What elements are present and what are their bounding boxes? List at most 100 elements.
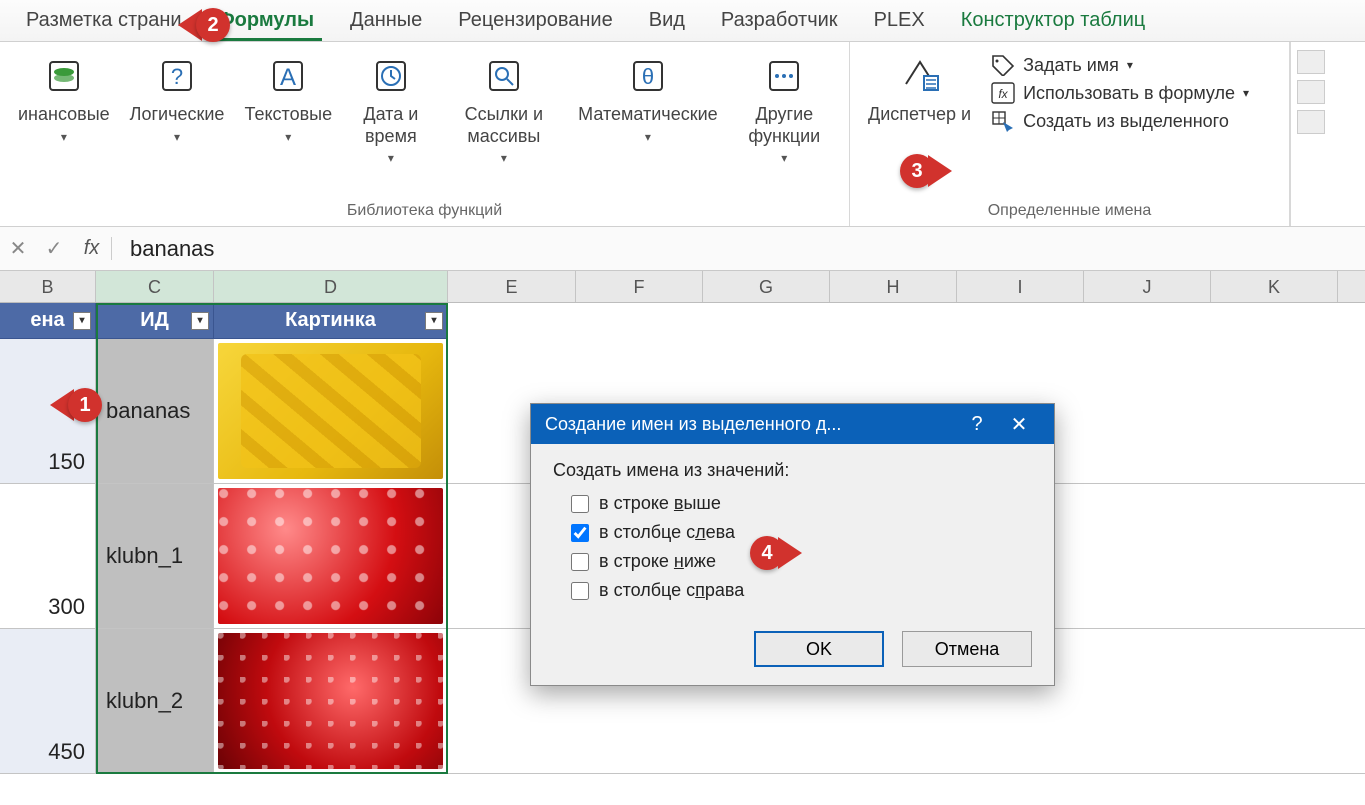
chk-text: в столбце с xyxy=(599,580,695,600)
btn-more-functions[interactable]: Другие функции ▾ xyxy=(728,48,841,196)
btn-use-in-formula[interactable]: fx Использовать в формуле ▾ xyxy=(991,82,1249,104)
cell-id[interactable]: klubn_2 xyxy=(96,629,214,773)
create-names-icon xyxy=(991,110,1015,132)
cell-id[interactable]: bananas xyxy=(96,339,214,483)
checkbox-input[interactable] xyxy=(571,553,589,571)
banana-image xyxy=(218,343,443,479)
tag-icon xyxy=(991,54,1015,76)
btn-label: инансовые xyxy=(18,104,110,126)
dialog-titlebar[interactable]: Создание имен из выделенного д... ? ✕ xyxy=(531,404,1054,444)
th-label: Картинка xyxy=(285,309,376,332)
btn-lookup[interactable]: Ссылки и массивы▾ xyxy=(440,48,569,196)
tab-page-layout[interactable]: Разметка страни xyxy=(8,1,200,40)
btn-logical[interactable]: ? Логические▾ xyxy=(120,48,235,196)
btn-math[interactable]: θ Математические▾ xyxy=(568,48,727,196)
th-pic[interactable]: Картинка ▾ xyxy=(214,303,448,339)
fx-button[interactable]: fx xyxy=(72,237,112,260)
col-header-K[interactable]: K xyxy=(1211,271,1338,302)
cancel-button[interactable]: Отмена xyxy=(902,631,1032,667)
svg-text:θ: θ xyxy=(642,64,654,89)
svg-text:?: ? xyxy=(171,64,183,89)
tab-data[interactable]: Данные xyxy=(332,1,440,40)
btn-datetime[interactable]: Дата и время ▾ xyxy=(342,48,440,196)
chevron-down-icon: ▾ xyxy=(388,151,394,165)
enter-formula-icon[interactable]: ✓ xyxy=(36,236,72,261)
marker-number: 2 xyxy=(196,8,230,42)
group-function-library: инансовые▾ ? Логические▾ A Текстовые▾ Да… xyxy=(0,42,850,226)
th-label: ИД xyxy=(140,309,169,332)
marker-number: 1 xyxy=(68,388,102,422)
chk-text: ева xyxy=(706,522,735,542)
checkbox-right-column[interactable]: в столбце справа xyxy=(571,580,1032,601)
filter-dropdown-icon[interactable]: ▾ xyxy=(425,312,443,330)
cell-price[interactable]: 450 xyxy=(0,629,96,773)
trace-dependents-icon[interactable] xyxy=(1297,80,1325,104)
dialog-body: Создать имена из значений: в строке выше… xyxy=(531,444,1054,617)
checkbox-input[interactable] xyxy=(571,495,589,513)
lookup-icon xyxy=(480,54,528,98)
tab-plex[interactable]: PLEX xyxy=(856,1,943,40)
btn-label: Ссылки и массивы xyxy=(450,104,559,147)
chk-text: в столбце с xyxy=(599,522,695,542)
tab-review[interactable]: Рецензирование xyxy=(440,1,630,40)
btn-define-name[interactable]: Задать имя ▾ xyxy=(991,54,1249,76)
th-label: ена xyxy=(30,309,64,332)
chevron-down-icon: ▾ xyxy=(285,130,291,144)
tab-developer[interactable]: Разработчик xyxy=(703,1,856,40)
tab-table-constructor[interactable]: Конструктор таблиц xyxy=(943,1,1164,40)
chk-text: в строке xyxy=(599,493,674,513)
filter-dropdown-icon[interactable]: ▾ xyxy=(73,312,91,330)
chevron-down-icon: ▾ xyxy=(1127,58,1133,72)
cell-id[interactable]: klubn_1 xyxy=(96,484,214,628)
btn-text[interactable]: A Текстовые▾ xyxy=(234,48,342,196)
cell-pic[interactable] xyxy=(214,629,448,773)
checkbox-input[interactable] xyxy=(571,582,589,600)
callout-marker-4: 4 xyxy=(750,536,802,570)
chevron-down-icon: ▾ xyxy=(645,130,651,144)
callout-marker-2: 2 xyxy=(178,8,230,42)
col-header-H[interactable]: H xyxy=(830,271,957,302)
checkbox-top-row[interactable]: в строке выше xyxy=(571,493,1032,514)
filter-dropdown-icon[interactable]: ▾ xyxy=(191,312,209,330)
th-price[interactable]: ена ▾ xyxy=(0,303,96,339)
btn-create-from-selection[interactable]: Создать из выделенного xyxy=(991,110,1249,132)
formula-input[interactable]: bananas xyxy=(112,236,1365,262)
checkbox-input[interactable] xyxy=(571,524,589,542)
cell-pic[interactable] xyxy=(214,484,448,628)
col-header-G[interactable]: G xyxy=(703,271,830,302)
trace-precedents-icon[interactable] xyxy=(1297,50,1325,74)
ok-button[interactable]: OK xyxy=(754,631,884,667)
strawberry-image xyxy=(218,633,443,769)
tab-view[interactable]: Вид xyxy=(631,1,703,40)
remove-arrows-icon[interactable] xyxy=(1297,110,1325,134)
col-header-E[interactable]: E xyxy=(448,271,576,302)
theta-icon: θ xyxy=(624,54,672,98)
text-icon: A xyxy=(264,54,312,98)
ribbon: инансовые▾ ? Логические▾ A Текстовые▾ Да… xyxy=(0,42,1365,227)
btn-label: Дата и время xyxy=(352,104,430,147)
logical-icon: ? xyxy=(153,54,201,98)
col-header-J[interactable]: J xyxy=(1084,271,1211,302)
cell-pic[interactable] xyxy=(214,339,448,483)
btn-financial[interactable]: инансовые▾ xyxy=(8,48,120,196)
col-header-B[interactable]: B xyxy=(0,271,96,302)
cell-price[interactable]: 300 xyxy=(0,484,96,628)
th-id[interactable]: ИД ▾ xyxy=(96,303,214,339)
dialog-title-text: Создание имен из выделенного д... xyxy=(545,414,841,435)
chevron-down-icon: ▾ xyxy=(1243,86,1249,100)
cancel-formula-icon[interactable]: ✕ xyxy=(0,236,36,261)
dialog-close-button[interactable]: ✕ xyxy=(998,412,1040,437)
col-header-C[interactable]: C xyxy=(96,271,214,302)
column-headers: B C D E F G H I J K xyxy=(0,271,1365,303)
col-header-I[interactable]: I xyxy=(957,271,1084,302)
chk-ul: п xyxy=(695,580,705,600)
col-header-D[interactable]: D xyxy=(214,271,448,302)
chevron-down-icon: ▾ xyxy=(174,130,180,144)
chk-text: в строке xyxy=(599,551,674,571)
btn-label: Другие функции xyxy=(738,104,831,147)
dialog-help-button[interactable]: ? xyxy=(956,413,998,436)
chevron-down-icon: ▾ xyxy=(781,151,787,165)
col-header-F[interactable]: F xyxy=(576,271,703,302)
more-icon xyxy=(760,54,808,98)
svg-text:fx: fx xyxy=(998,87,1008,101)
